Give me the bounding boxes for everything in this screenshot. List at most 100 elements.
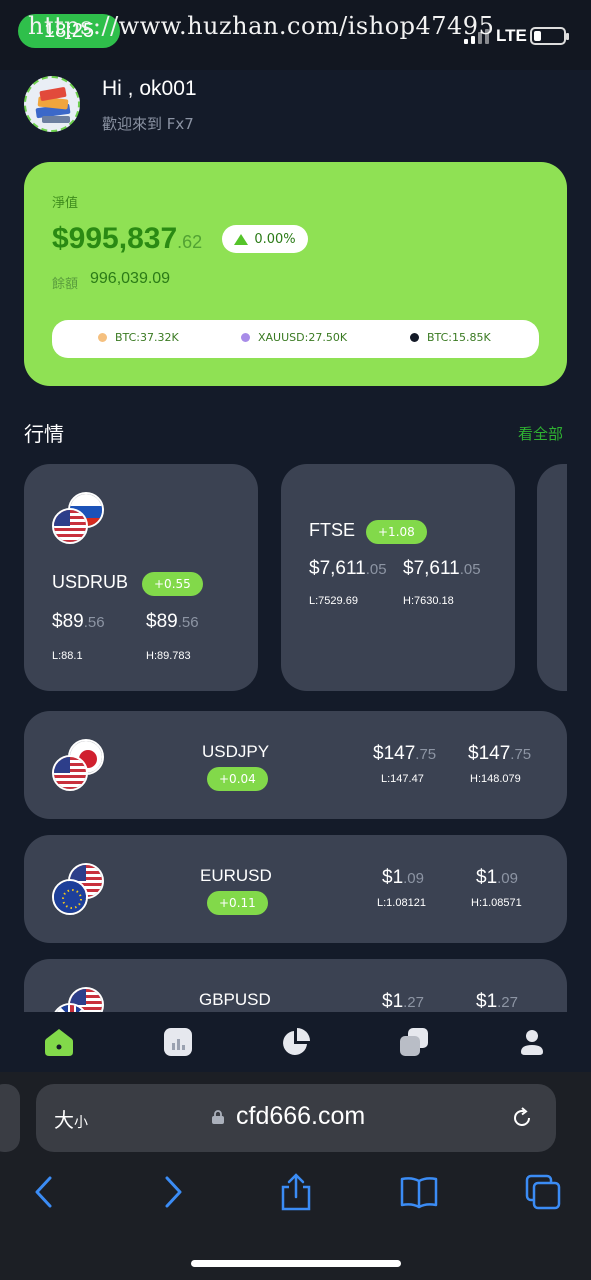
home-icon[interactable] [44, 1027, 74, 1057]
low-value: L:1.08121 [377, 897, 426, 909]
equity-main: $995,837 [52, 222, 178, 255]
position-label: BTC:15.85K [427, 331, 491, 344]
ask-main: $7,611 [403, 558, 460, 579]
dot-icon [410, 333, 419, 342]
ask-price: $1.09 [476, 867, 518, 889]
change-badge: +1.08 [366, 520, 427, 544]
bid-main: $1 [382, 991, 404, 1012]
balance-value: 996,039.09 [90, 270, 171, 287]
position-label: BTC:37.32K [115, 331, 179, 344]
share-icon[interactable] [276, 1172, 316, 1212]
bid-price: $89.56 [52, 611, 105, 633]
position-item: BTC:15.85K [410, 331, 491, 344]
ask-price: $1.27 [476, 991, 518, 1012]
market-row-gbpusd[interactable]: GBPUSD $1.27 $1.27 [24, 959, 567, 1012]
text-size-button[interactable]: 大小 [54, 1104, 88, 1133]
bid-decimal: .56 [83, 614, 105, 631]
status-bar: 18:25 https://www.huzhan.com/ishop47495 … [0, 0, 591, 70]
high-value: H:7630.18 [403, 595, 454, 607]
ask-main: $89 [146, 611, 178, 632]
chart-icon[interactable] [163, 1027, 193, 1057]
currency-flags [52, 863, 112, 915]
forward-icon[interactable] [152, 1172, 192, 1212]
market-row-eurusd[interactable]: EURUSD +0.11 $1.09 $1.09 L:1.08121 H:1.0… [24, 835, 567, 943]
market-title: 行情 [24, 422, 64, 446]
signal-icon [464, 28, 489, 44]
tabs-icon[interactable] [523, 1172, 563, 1212]
battery-icon [530, 27, 569, 45]
high-value: H:148.079 [470, 773, 521, 785]
change-badge: +0.55 [142, 572, 203, 596]
symbol-label: USDRUB [52, 572, 129, 592]
ask-decimal: .56 [177, 614, 199, 631]
position-label: XAUUSD:27.50K [258, 331, 348, 344]
position-item: XAUUSD:27.50K [241, 331, 347, 344]
ask-decimal: .27 [497, 994, 518, 1011]
url-text: cfd666.com [236, 1102, 366, 1130]
previous-tab[interactable] [0, 1084, 20, 1152]
bid-main: $1 [382, 867, 404, 888]
ask-decimal: .75 [510, 746, 532, 763]
equity-change-text: 0.00% [254, 231, 296, 247]
bid-main: $89 [52, 611, 84, 632]
watermark-text: https://www.huzhan.com/ishop47495 [28, 12, 495, 40]
symbol-label: EURUSD [200, 866, 272, 885]
bid-decimal: .09 [403, 870, 424, 887]
low-value: L:88.1 [52, 650, 83, 662]
bid-decimal: .05 [365, 561, 387, 578]
browser-chrome: 大小 cfd666.com [0, 1072, 591, 1280]
welcome-text: 歡迎來到 Fx7 [102, 115, 194, 133]
address-bar[interactable]: 大小 cfd666.com [36, 1084, 556, 1152]
currency-flags [52, 492, 112, 544]
low-value: L:147.47 [381, 773, 424, 785]
ask-decimal: .05 [459, 561, 481, 578]
high-value: H:89.783 [146, 650, 191, 662]
change-badge: +0.11 [207, 891, 268, 915]
bookmarks-icon[interactable] [399, 1172, 439, 1212]
pie-chart-icon[interactable] [281, 1027, 311, 1057]
dot-icon [241, 333, 250, 342]
usa-flag-icon [52, 755, 88, 791]
see-all-link[interactable]: 看全部 [518, 423, 563, 444]
ask-main: $1 [476, 991, 498, 1012]
greeting-text: Hi , ok001 [102, 77, 197, 100]
dot-icon [98, 333, 107, 342]
currency-flags [52, 987, 112, 1012]
market-card-ftse[interactable]: FTSE +1.08 $7,611.05 $7,611.05 L:7529.69… [281, 464, 515, 691]
market-row-usdjpy[interactable]: USDJPY +0.04 $147.75 $147.75 L:147.47 H:… [24, 711, 567, 819]
text-size-small: 小 [74, 1115, 88, 1131]
symbol-label: USDJPY [202, 742, 270, 761]
back-icon[interactable] [25, 1172, 65, 1212]
position-item: BTC:37.32K [98, 331, 179, 344]
home-indicator [191, 1260, 401, 1267]
ask-main: $147 [468, 743, 511, 764]
usa-flag-icon [52, 508, 88, 544]
positions-bar[interactable]: BTC:37.32K XAUUSD:27.50K BTC:15.85K [52, 320, 539, 358]
avatar[interactable] [24, 76, 80, 132]
low-value: L:7529.69 [309, 595, 358, 607]
ask-price: $147.75 [468, 743, 531, 765]
market-card-partial[interactable] [537, 464, 567, 691]
high-value: H:1.08571 [471, 897, 522, 909]
wallet-icon[interactable] [399, 1027, 429, 1057]
market-card-usdrub[interactable]: USDRUB +0.55 $89.56 $89.56 L:88.1 H:89.7… [24, 464, 258, 691]
ask-main: $1 [476, 867, 498, 888]
bid-main: $147 [373, 743, 416, 764]
ask-price: $89.56 [146, 611, 199, 633]
bid-price: $1.09 [382, 867, 424, 889]
change-badge: +0.04 [207, 767, 268, 791]
bid-decimal: .27 [403, 994, 424, 1011]
symbol-label: GBPUSD [199, 990, 271, 1009]
equity-value: $995,837.62 [52, 222, 202, 256]
balance-label: 餘額 [52, 277, 79, 292]
user-icon[interactable] [517, 1027, 547, 1057]
lock-icon [212, 1110, 224, 1124]
bid-main: $7,611 [309, 558, 366, 579]
ask-decimal: .09 [497, 870, 518, 887]
equity-decimal: .62 [177, 232, 203, 252]
symbol-label: FTSE [309, 520, 356, 540]
bid-price: $1.27 [382, 991, 424, 1012]
ask-price: $7,611.05 [403, 558, 481, 580]
bid-price: $147.75 [373, 743, 436, 765]
reload-icon[interactable] [510, 1106, 534, 1130]
